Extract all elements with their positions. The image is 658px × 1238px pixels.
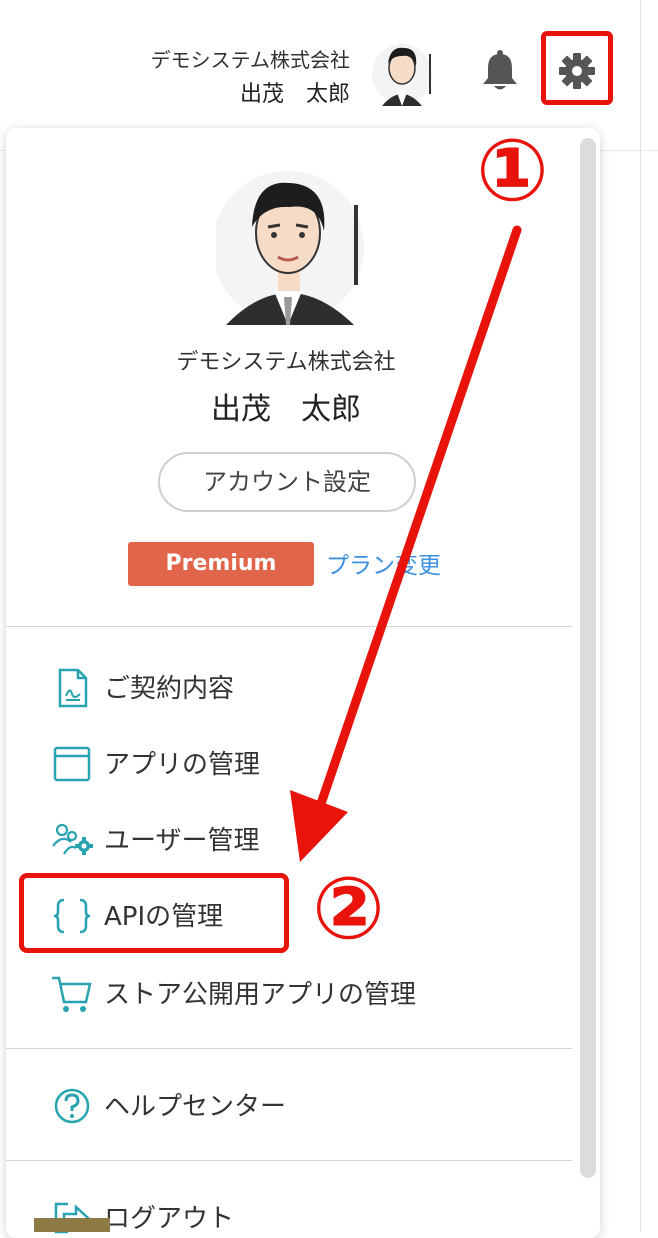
profile-user-name: 出茂 太郎 [211,392,361,427]
app-window-icon [53,746,91,782]
api-highlight-box [19,873,289,953]
menu-item-label: アプリの管理 [104,750,261,780]
menu-item-contract[interactable]: ご契約内容 [50,664,550,708]
plan-badge: Premium [128,542,314,586]
step-2-marker: ② [312,859,385,959]
menu-divider [6,1048,572,1049]
menu-item-logout[interactable]: ログアウト [50,1194,550,1238]
page-edge-divider [640,0,641,1232]
step-1-marker: ① [476,121,549,221]
bell-icon[interactable] [478,48,522,94]
background-fragment [34,1218,110,1232]
header-company: デモシステム株式会社 [150,48,350,72]
cart-icon [52,976,92,1012]
profile-avatar [216,171,364,325]
dropdown-scrollbar[interactable] [580,138,596,1178]
menu-item-user-management[interactable]: ユーザー管理 [50,816,550,860]
menu-item-label: ストア公開用アプリの管理 [104,980,417,1010]
menu-item-label: ご契約内容 [104,674,235,704]
profile-company: デモシステム株式会社 [176,350,396,375]
header-user-name: 出茂 太郎 [239,82,350,107]
menu-item-label: ログアウト [104,1204,235,1234]
menu-divider [6,626,572,627]
menu-item-store-app-management[interactable]: ストア公開用アプリの管理 [50,970,550,1014]
account-settings-button[interactable]: アカウント設定 [158,452,416,512]
settings-highlight-box [541,31,613,105]
users-gear-icon [52,823,93,855]
avatar[interactable] [372,38,434,106]
plan-change-link[interactable]: プラン変更 [326,546,441,580]
menu-item-help-center[interactable]: ヘルプセンター [50,1082,550,1126]
menu-item-app-management[interactable]: アプリの管理 [50,740,550,784]
contract-document-icon [58,668,88,708]
menu-item-label: ヘルプセンター [104,1092,287,1122]
help-circle-icon [54,1088,90,1124]
menu-item-label: ユーザー管理 [104,826,260,856]
menu-divider [6,1160,572,1161]
